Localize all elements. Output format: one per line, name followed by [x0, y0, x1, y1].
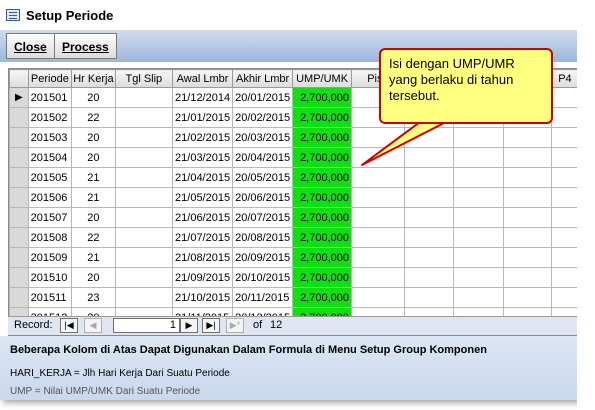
torn-edge [577, 0, 595, 410]
setup-periode-window: Setup Periode Close Process Periode Hr K… [0, 0, 580, 400]
callout-note: Isi dengan UMP/UMR yang berlaku di tahun… [379, 48, 553, 124]
